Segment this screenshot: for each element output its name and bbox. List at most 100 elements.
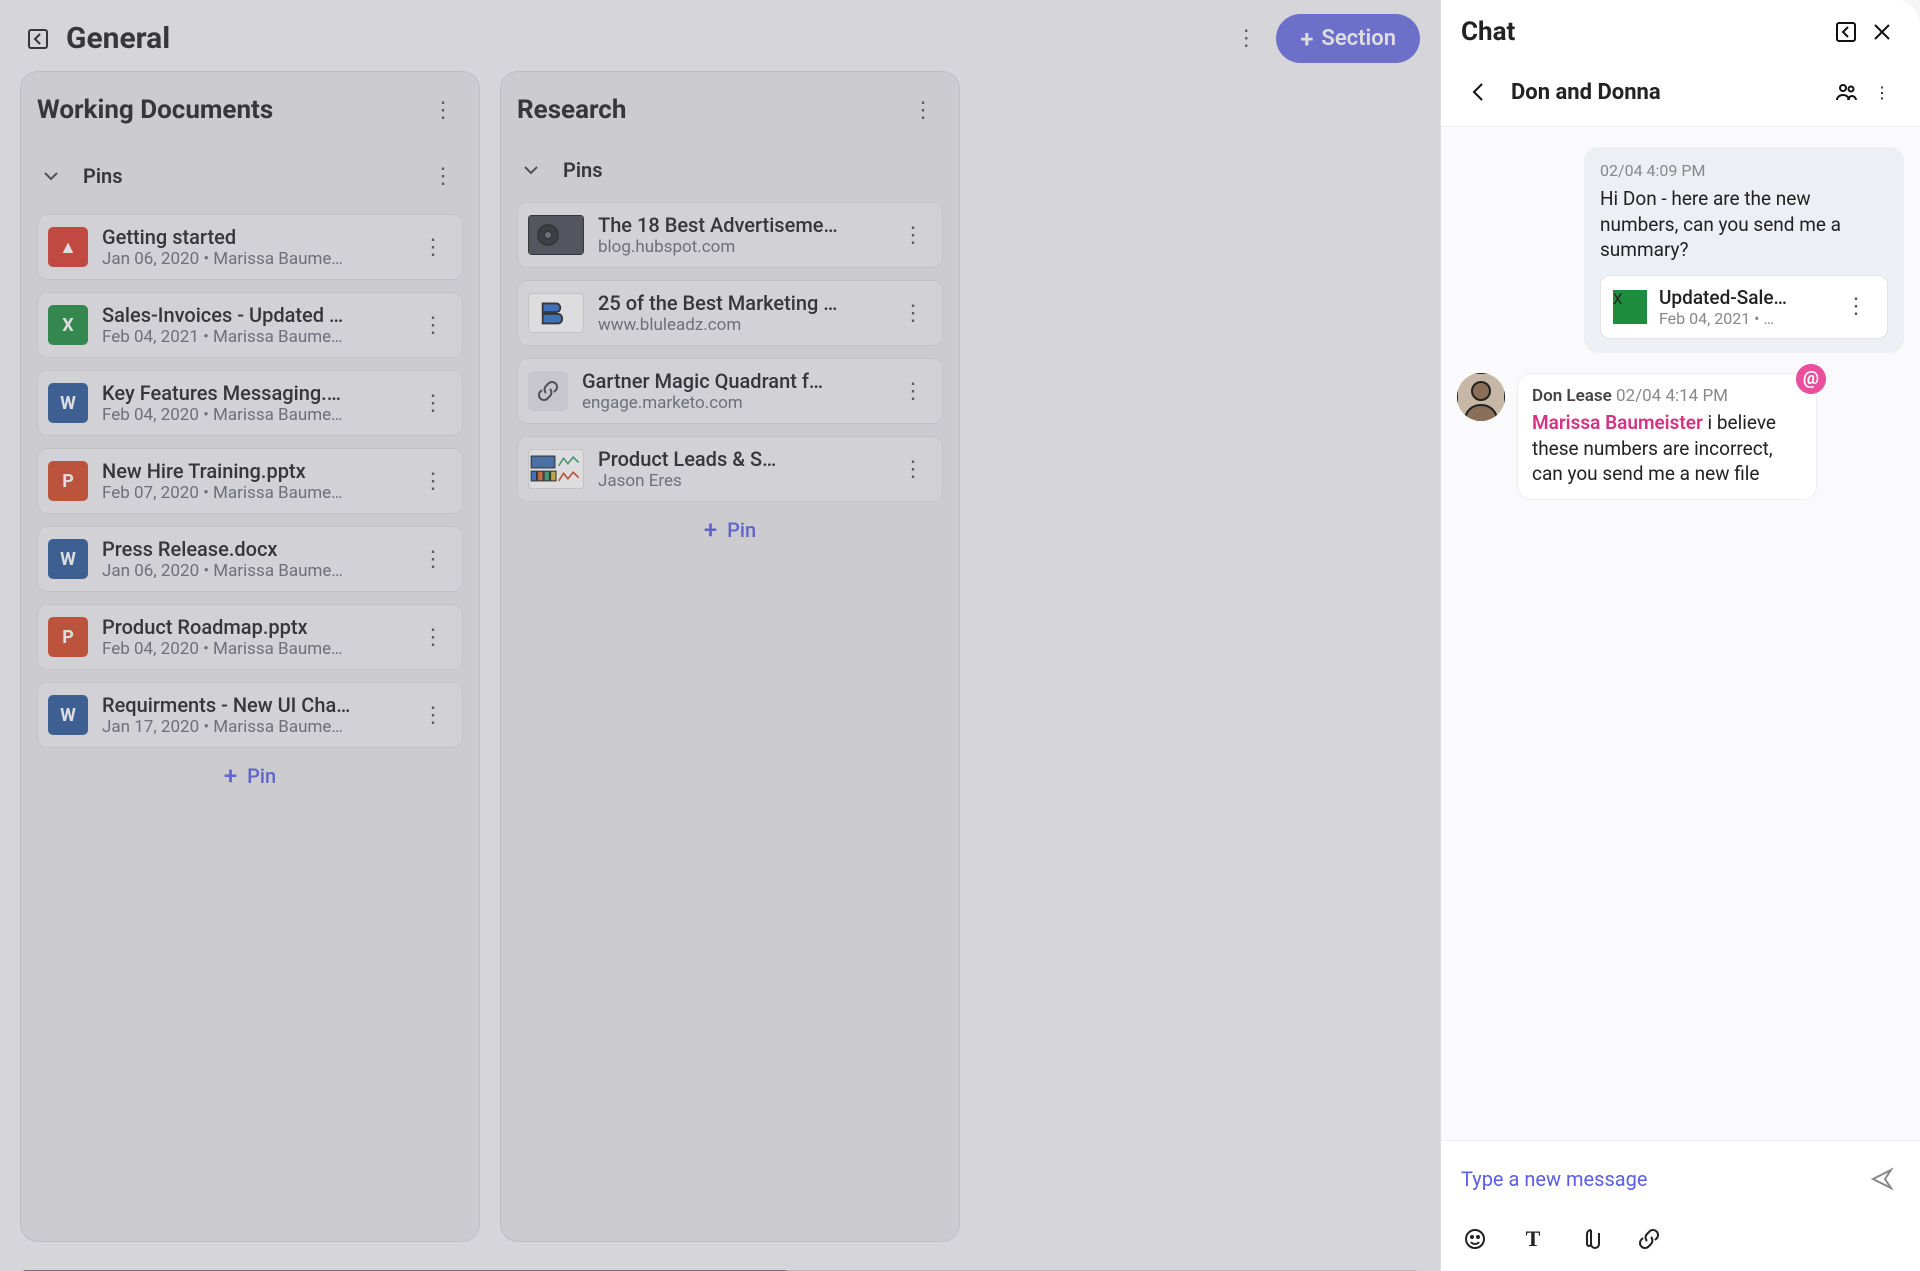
- message-sender: Don Lease: [1532, 386, 1612, 406]
- page-title: General: [66, 21, 1226, 56]
- pin-card[interactable]: Product Leads & S… Jason Eres ⋮: [517, 436, 943, 502]
- board-header: General ⋮ + Section: [0, 0, 1440, 71]
- mention[interactable]: Marissa Baumeister: [1532, 411, 1703, 434]
- card-more-icon[interactable]: ⋮: [894, 301, 932, 326]
- attachment-title: Updated-Sale…: [1659, 286, 1825, 309]
- card-meta: Feb 04, 2020 • Marissa Baume…: [102, 405, 400, 425]
- column-more-icon[interactable]: ⋮: [423, 90, 463, 130]
- chevron-down-icon[interactable]: [37, 162, 65, 190]
- pins-label: Pins: [83, 164, 423, 188]
- emoji-icon[interactable]: [1461, 1225, 1489, 1253]
- add-pin-label: Pin: [247, 764, 276, 788]
- chat-panel-title: Chat: [1461, 17, 1828, 47]
- close-icon[interactable]: [1864, 14, 1900, 50]
- plus-icon: +: [224, 764, 237, 788]
- add-pin-button[interactable]: + Pin: [517, 502, 943, 546]
- pin-card[interactable]: 25 of the Best Marketing … www.bluleadz.…: [517, 280, 943, 346]
- message-timestamp: 02/04 4:14 PM: [1616, 386, 1728, 406]
- columns-container: Working Documents ⋮ Pins ⋮ ▲ Getting sta…: [0, 71, 1440, 1262]
- column-title: Working Documents: [37, 95, 423, 125]
- dock-panel-icon[interactable]: [1828, 14, 1864, 50]
- pin-card[interactable]: ▲ Getting started Jan 06, 2020 • Marissa…: [37, 214, 463, 280]
- pin-card[interactable]: X Sales-Invoices - Updated … Feb 04, 202…: [37, 292, 463, 358]
- card-meta: Jan 06, 2020 • Marissa Baume…: [102, 249, 400, 269]
- thumbnail-icon: [528, 215, 584, 255]
- card-more-icon[interactable]: ⋮: [894, 379, 932, 404]
- chat-panel: Chat Don and Donna ⋮ 02/04 4:09 PM Hi Do…: [1440, 0, 1920, 1271]
- people-icon[interactable]: [1828, 74, 1864, 110]
- plus-icon: +: [1300, 27, 1313, 51]
- word-file-icon: W: [48, 695, 88, 735]
- card-more-icon[interactable]: ⋮: [414, 469, 452, 494]
- column-working-documents: Working Documents ⋮ Pins ⋮ ▲ Getting sta…: [20, 71, 480, 1242]
- card-meta: Jan 17, 2020 • Marissa Baume…: [102, 717, 400, 737]
- message-incoming[interactable]: @ Don Lease 02/04 4:14 PM Marissa Baumei…: [1457, 373, 1817, 500]
- card-more-icon[interactable]: ⋮: [414, 313, 452, 338]
- card-more-icon[interactable]: ⋮: [894, 457, 932, 482]
- card-title: Key Features Messaging.…: [102, 381, 400, 405]
- message-text: Hi Don - here are the new numbers, can y…: [1600, 186, 1888, 263]
- message-text: Marissa Baumeister i believe these numbe…: [1532, 410, 1802, 487]
- chevron-down-icon[interactable]: [517, 156, 545, 184]
- chat-messages: 02/04 4:09 PM Hi Don - here are the new …: [1441, 127, 1920, 1140]
- card-title: Sales-Invoices - Updated …: [102, 303, 400, 327]
- card-title: Getting started: [102, 225, 400, 249]
- card-meta: www.bluleadz.com: [598, 315, 880, 335]
- message-attachment[interactable]: X Updated-Sale… Feb 04, 2021 • … ⋮: [1600, 275, 1888, 339]
- text-format-icon[interactable]: T: [1519, 1225, 1547, 1253]
- column-title: Research: [517, 95, 903, 125]
- thread-more-icon[interactable]: ⋮: [1864, 74, 1900, 110]
- mention-badge-icon: @: [1796, 364, 1826, 394]
- add-pin-button[interactable]: + Pin: [37, 748, 463, 792]
- send-icon[interactable]: [1864, 1161, 1900, 1197]
- card-more-icon[interactable]: ⋮: [414, 547, 452, 572]
- card-meta: Feb 07, 2020 • Marissa Baume…: [102, 483, 400, 503]
- attachment-meta: Feb 04, 2021 • …: [1659, 309, 1825, 328]
- pdf-file-icon: ▲: [48, 227, 88, 267]
- pin-card[interactable]: P Product Roadmap.pptx Feb 04, 2020 • Ma…: [37, 604, 463, 670]
- excel-file-icon: X: [48, 305, 88, 345]
- pin-card[interactable]: W Press Release.docx Jan 06, 2020 • Mari…: [37, 526, 463, 592]
- avatar[interactable]: [1457, 373, 1505, 421]
- link-icon: [528, 371, 568, 411]
- message-outgoing[interactable]: 02/04 4:09 PM Hi Don - here are the new …: [1584, 147, 1904, 353]
- card-more-icon[interactable]: ⋮: [414, 235, 452, 260]
- collapse-panel-icon[interactable]: [20, 21, 56, 57]
- pins-more-icon[interactable]: ⋮: [423, 156, 463, 196]
- powerpoint-file-icon: P: [48, 617, 88, 657]
- board-more-icon[interactable]: ⋮: [1226, 19, 1266, 59]
- card-title: Product Roadmap.pptx: [102, 615, 400, 639]
- column-more-icon[interactable]: ⋮: [903, 90, 943, 130]
- card-meta: Feb 04, 2020 • Marissa Baume…: [102, 639, 400, 659]
- attach-file-icon[interactable]: [1577, 1225, 1605, 1253]
- card-title: The 18 Best Advertiseme…: [598, 213, 880, 237]
- card-meta: Jan 06, 2020 • Marissa Baume…: [102, 561, 400, 581]
- card-more-icon[interactable]: ⋮: [414, 391, 452, 416]
- link-icon[interactable]: [1635, 1225, 1663, 1253]
- message-composer: T: [1441, 1140, 1920, 1271]
- attachment-more-icon[interactable]: ⋮: [1837, 294, 1875, 319]
- card-more-icon[interactable]: ⋮: [414, 625, 452, 650]
- card-meta: Jason Eres: [598, 471, 880, 491]
- back-icon[interactable]: [1461, 74, 1497, 110]
- powerpoint-file-icon: P: [48, 461, 88, 501]
- pin-card[interactable]: The 18 Best Advertiseme… blog.hubspot.co…: [517, 202, 943, 268]
- pin-card[interactable]: P New Hire Training.pptx Feb 07, 2020 • …: [37, 448, 463, 514]
- card-title: 25 of the Best Marketing …: [598, 291, 880, 315]
- message-input[interactable]: [1461, 1167, 1864, 1191]
- card-title: Press Release.docx: [102, 537, 400, 561]
- pin-card[interactable]: Gartner Magic Quadrant f… engage.marketo…: [517, 358, 943, 424]
- add-pin-label: Pin: [727, 518, 756, 542]
- card-title: New Hire Training.pptx: [102, 459, 400, 483]
- pin-card[interactable]: W Requirments - New UI Cha… Jan 17, 2020…: [37, 682, 463, 748]
- chat-thread-title: Don and Donna: [1511, 80, 1828, 105]
- excel-file-icon: X: [1613, 290, 1647, 324]
- message-timestamp: 02/04 4:09 PM: [1600, 161, 1888, 180]
- pin-card[interactable]: W Key Features Messaging.… Feb 04, 2020 …: [37, 370, 463, 436]
- pins-label: Pins: [563, 158, 943, 182]
- card-more-icon[interactable]: ⋮: [894, 223, 932, 248]
- card-title: Product Leads & S…: [598, 447, 880, 471]
- add-section-button[interactable]: + Section: [1276, 14, 1420, 63]
- card-meta: engage.marketo.com: [582, 393, 880, 413]
- card-more-icon[interactable]: ⋮: [414, 703, 452, 728]
